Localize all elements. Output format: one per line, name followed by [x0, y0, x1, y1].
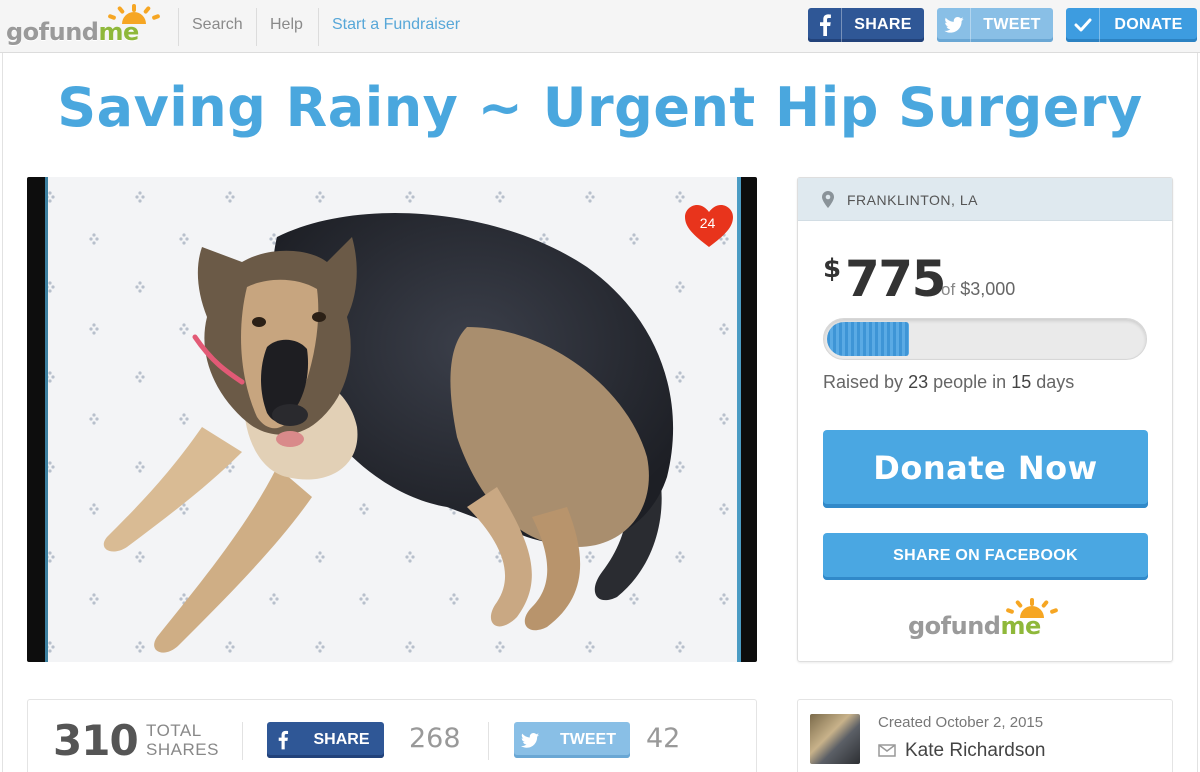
progress-bar — [823, 318, 1147, 360]
goal-of-label: of — [941, 280, 956, 299]
twitter-tweet-button[interactable]: TWEET — [937, 8, 1053, 42]
progress-bar-fill — [827, 322, 909, 356]
organizer-avatar[interactable] — [810, 714, 860, 764]
total-label-line1: TOTAL — [146, 721, 202, 740]
twitter-tweet-label: TWEET — [983, 16, 1041, 33]
campaign-photo[interactable] — [27, 177, 757, 662]
gofundme-logo[interactable]: gofundme — [6, 4, 166, 52]
share-divider — [488, 722, 489, 760]
facebook-icon — [267, 722, 299, 758]
days-label: days — [1036, 372, 1075, 392]
share-on-facebook-button[interactable]: SHARE ON FACEBOOK — [823, 533, 1148, 580]
dog-photo-illustration — [45, 177, 741, 662]
twitter-icon — [514, 722, 546, 758]
total-shares-count: 310 — [53, 716, 139, 765]
organizer-box: Created October 2, 2015 Kate Richardson — [797, 699, 1173, 772]
facebook-icon — [808, 8, 842, 42]
nav-divider — [318, 8, 319, 46]
donate-now-button[interactable]: Donate Now — [823, 430, 1148, 508]
nav-start-fundraiser-link[interactable]: Start a Fundraiser — [332, 16, 460, 34]
currency-symbol: $ — [823, 254, 842, 284]
raised-by-text: Raised by 23 people in 15 days — [823, 372, 1074, 393]
twitter-share-count-button[interactable]: TWEET — [514, 722, 630, 758]
goal-amount: of $3,000 — [941, 279, 1015, 300]
raised-by-prefix: Raised by — [823, 372, 904, 392]
nav-divider — [256, 8, 257, 46]
people-count: 23 — [908, 372, 929, 392]
days-count: 15 — [1011, 372, 1032, 392]
raised-amount: 775 — [845, 250, 946, 308]
heart-count: 24 — [699, 215, 716, 231]
mail-icon[interactable] — [878, 744, 896, 757]
total-shares-label: TOTAL SHARES — [146, 721, 219, 759]
location-text: FRANKLINTON, LA — [847, 192, 978, 208]
organizer-name[interactable]: Kate Richardson — [905, 740, 1045, 762]
facebook-share-count-button[interactable]: SHARE — [267, 722, 384, 758]
facebook-share-button[interactable]: SHARE — [808, 8, 924, 42]
location-pin-icon — [822, 191, 834, 208]
twitter-share-count-label: TWEET — [560, 731, 616, 748]
donation-card: FRANKLINTON, LA $ 775 of $3,000 Raised b… — [797, 177, 1173, 662]
people-label: people in — [933, 372, 1007, 392]
goal-value: $3,000 — [960, 279, 1016, 299]
facebook-share-count: 268 — [409, 723, 461, 754]
logo-wordmark: gofundme — [6, 18, 139, 46]
created-date: Created October 2, 2015 — [878, 714, 1044, 731]
facebook-share-count-label: SHARE — [313, 731, 370, 748]
nav-help-link[interactable]: Help — [270, 16, 303, 34]
facebook-share-label: SHARE — [854, 16, 912, 33]
share-bar: 310 TOTAL SHARES SHARE 268 TWEET 42 — [27, 699, 757, 772]
nav-divider — [178, 8, 179, 46]
share-divider — [242, 722, 243, 760]
nav-search-link[interactable]: Search — [192, 16, 243, 34]
gofundme-card-logo[interactable]: gofundme — [908, 598, 1068, 646]
total-label-line2: SHARES — [146, 740, 219, 759]
logo-wordmark: gofundme — [908, 612, 1041, 640]
top-nav: gofundme Search Help Start a Fundraiser … — [0, 0, 1200, 53]
twitter-icon — [937, 8, 971, 42]
campaign-title: Saving Rainy ~ Urgent Hip Surgery — [57, 76, 1143, 139]
donate-header-label: DONATE — [1114, 16, 1183, 33]
twitter-share-count: 42 — [646, 723, 681, 754]
donate-header-button[interactable]: DONATE — [1066, 8, 1197, 42]
location-bar: FRANKLINTON, LA — [798, 178, 1172, 221]
check-icon — [1066, 8, 1100, 42]
